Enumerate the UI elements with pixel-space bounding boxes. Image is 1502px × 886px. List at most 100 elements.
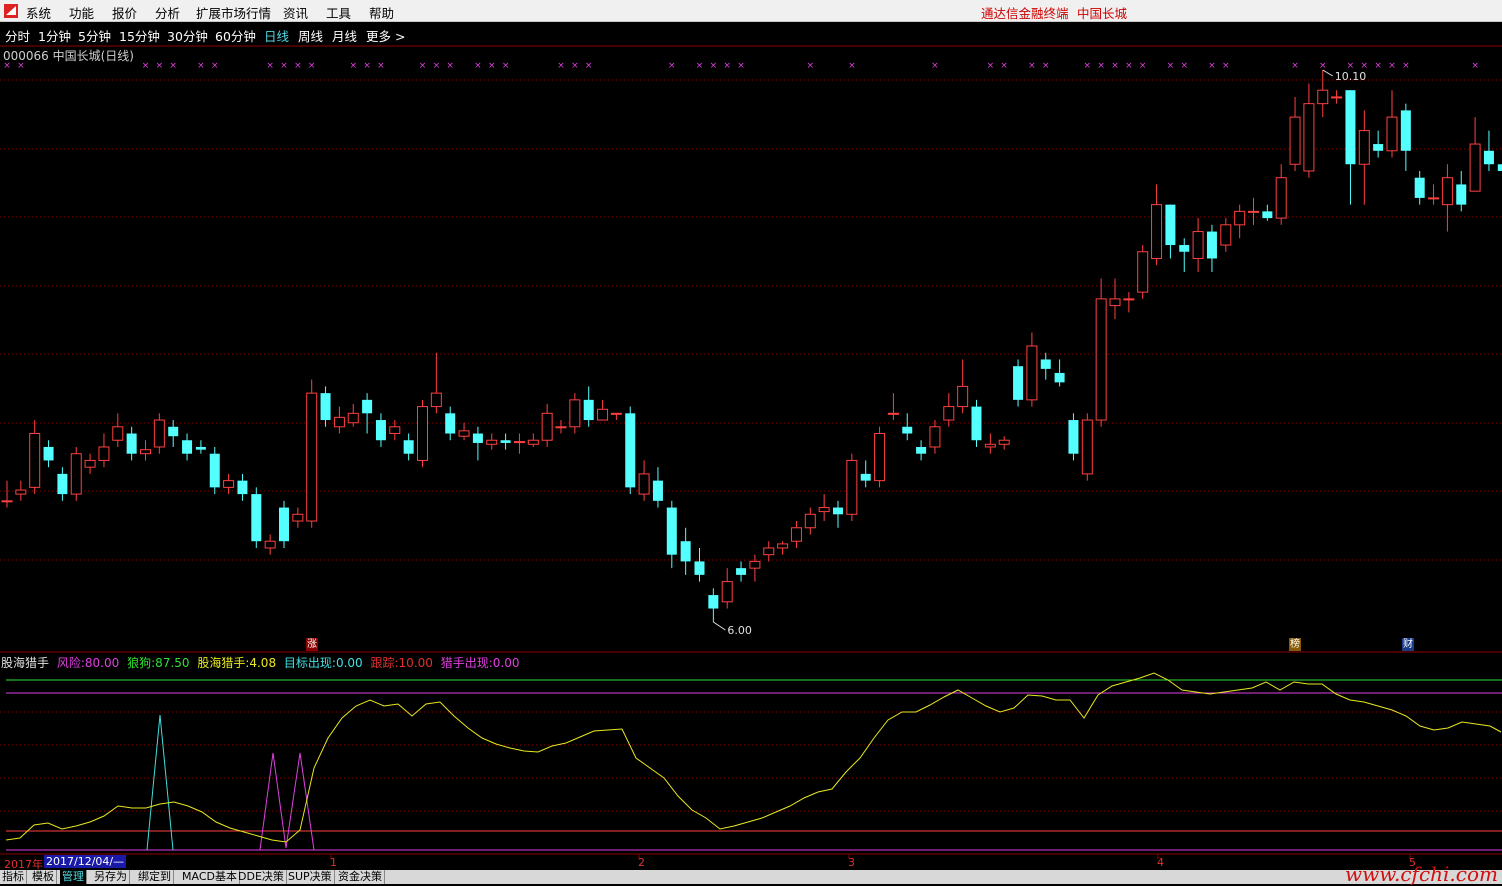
- signal-mark: ×: [308, 61, 316, 71]
- flag-finance[interactable]: 财: [1402, 638, 1414, 651]
- signal-mark: ×: [723, 61, 731, 71]
- signal-mark: ×: [446, 61, 454, 71]
- tab-bind-to[interactable]: 绑定到: [136, 870, 174, 884]
- candle-up: [721, 568, 733, 609]
- candle-up: [153, 413, 165, 454]
- candle-down: [1262, 204, 1273, 221]
- candle-down: [902, 413, 913, 441]
- candle-down: [195, 440, 206, 454]
- candle-up: [140, 440, 151, 461]
- candle-down: [403, 433, 414, 461]
- candle-down: [971, 399, 982, 447]
- candle-up: [1137, 245, 1149, 299]
- signal-mark: ×: [1000, 61, 1008, 71]
- watermark: www.cfchi.com: [1345, 862, 1498, 886]
- tab-indicator[interactable]: 指标: [0, 870, 27, 884]
- signal-mark: ×: [1208, 61, 1216, 71]
- tab-template[interactable]: 模板: [30, 870, 57, 884]
- candle-up: [1248, 197, 1259, 225]
- candle-up: [1331, 90, 1343, 104]
- signal-mark: ×: [502, 61, 510, 71]
- candle-up: [874, 426, 886, 488]
- signal-mark: ×: [737, 61, 745, 71]
- signal-mark: ×: [169, 61, 177, 71]
- candle-up: [929, 420, 941, 454]
- candle-up: [264, 534, 276, 555]
- signal-mark: ×: [294, 61, 302, 71]
- candle-up: [555, 420, 567, 434]
- kline-chart[interactable]: × × × × × × × × × × × × × × × × × × × × × × × × × × × × × × × × × × × × × × × ×…: [0, 0, 1502, 884]
- tab-manage[interactable]: 管理: [60, 870, 87, 884]
- candle-up: [486, 433, 498, 450]
- signal-mark: ×: [433, 61, 441, 71]
- price-low-pointer: [713, 621, 726, 631]
- candle-up: [804, 507, 816, 535]
- signal-mark: ×: [1042, 61, 1050, 71]
- candle-down: [500, 433, 511, 450]
- candle-down: [1054, 359, 1065, 387]
- tab-sup-decision[interactable]: SUP决策: [286, 870, 335, 884]
- candle-up: [98, 433, 110, 468]
- candle-up: [1123, 292, 1135, 313]
- indicator-name[interactable]: 股海猎手: [1, 656, 49, 670]
- legend-risk-value: 80.00: [84, 656, 120, 670]
- tab-fund-decision[interactable]: 资金决策: [336, 870, 385, 884]
- flag-ranking[interactable]: 榜: [1289, 638, 1301, 651]
- legend-target-label: 目标出现:: [283, 656, 336, 670]
- candle-up: [1275, 164, 1287, 225]
- candle-down: [583, 386, 594, 427]
- candle-down: [209, 446, 220, 495]
- signal-mark: ×: [1167, 61, 1175, 71]
- candle-down: [126, 426, 137, 461]
- signal-mark: ×: [1139, 61, 1147, 71]
- candle-up: [1428, 184, 1440, 205]
- signal-mark: ×: [197, 61, 205, 71]
- candle-up: [1469, 117, 1481, 192]
- signal-mark: ×: [1388, 61, 1396, 71]
- candle-up: [749, 554, 761, 582]
- legend-hunter-value: 4.08: [249, 656, 277, 670]
- signal-mark: ×: [987, 61, 995, 71]
- candle-down: [320, 386, 331, 427]
- candle-down: [1068, 413, 1079, 461]
- candle-up: [513, 433, 525, 454]
- candle-up: [1386, 90, 1398, 158]
- x-tick-2: 2: [638, 856, 645, 869]
- flag-limit-up[interactable]: 涨: [306, 638, 318, 651]
- candle-down: [1483, 130, 1494, 171]
- signal-mark: ×: [474, 61, 482, 71]
- candle-up: [1081, 413, 1093, 481]
- signal-mark: ×: [1319, 61, 1327, 71]
- signal-mark: ×: [1028, 61, 1036, 71]
- signal-mark: ×: [557, 61, 565, 71]
- candle-up: [984, 433, 996, 454]
- legend-track-value: 10.00: [398, 656, 433, 670]
- candle-up: [1358, 110, 1370, 205]
- candle-up: [1220, 218, 1232, 252]
- candle-down: [43, 440, 54, 468]
- candle-up: [292, 507, 304, 528]
- candle-up: [1289, 96, 1301, 171]
- tab-macd-basic[interactable]: MACD基本: [180, 870, 240, 884]
- target-spike: [146, 714, 174, 851]
- price-low-label: 6.00: [727, 624, 752, 637]
- price-high-pointer: [1322, 69, 1334, 77]
- candle-down: [1373, 130, 1384, 158]
- hunter-curve: [5, 672, 1502, 843]
- candle-up: [1026, 332, 1038, 407]
- hunter-spike: [259, 752, 315, 851]
- bottom-toolbar: 指标 模板 管理 另存为 绑定到 MACD基本 DDE决策 SUP决策 资金决策: [0, 870, 1502, 884]
- signal-mark: ×: [571, 61, 579, 71]
- signal-mark: ×: [349, 61, 357, 71]
- signal-mark: ×: [696, 61, 704, 71]
- candle-up: [430, 352, 442, 414]
- candle-up: [389, 420, 401, 441]
- signal-mark: ×: [1111, 61, 1119, 71]
- candle-up: [417, 399, 428, 468]
- tab-save-as[interactable]: 另存为: [92, 870, 130, 884]
- tab-dde-decision[interactable]: DDE决策: [236, 870, 287, 884]
- signal-mark: ×: [1374, 61, 1382, 71]
- signal-mark: ×: [1291, 61, 1299, 71]
- signal-mark: ×: [1125, 61, 1133, 71]
- signal-mark: ×: [363, 61, 371, 71]
